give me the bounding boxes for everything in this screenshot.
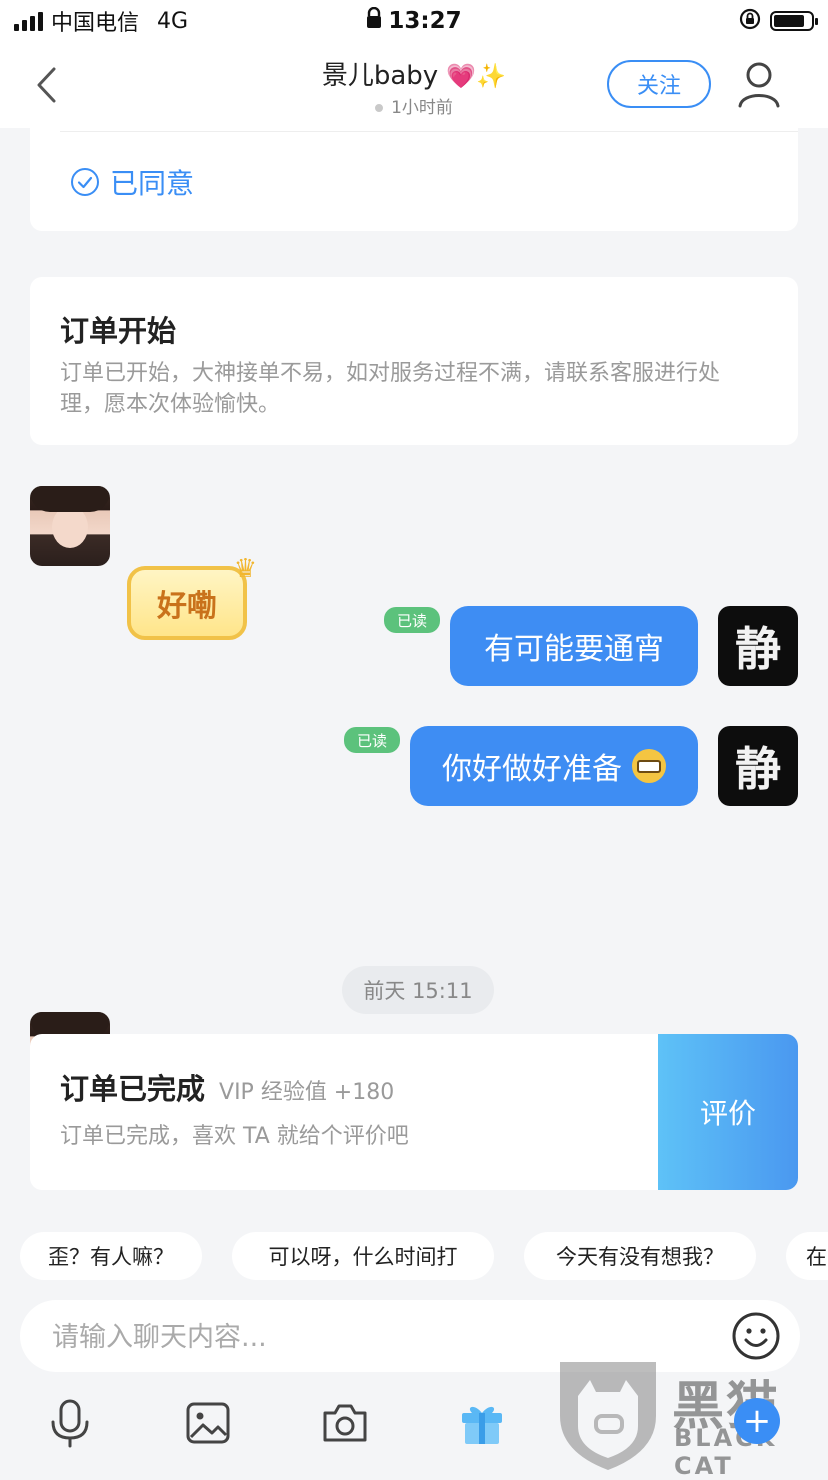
image-icon [186,1402,230,1444]
vip-exp-label: VIP 经验值 +180 [219,1080,395,1105]
order-complete-body: 订单已完成，喜欢 TA 就给个评价吧 [60,1124,409,1149]
profile-button[interactable] [732,58,786,112]
emoji-button[interactable] [731,1311,781,1361]
divider [60,131,798,132]
last-seen-text: 1小时前 [391,98,453,118]
order-complete-header: 订单已完成 VIP 经验值 +180 [60,1066,394,1108]
watermark-shield-icon [560,1362,656,1470]
agreed-label: 已同意 [110,167,195,200]
camera-icon [323,1404,367,1442]
message-bubble[interactable]: 你好做好准备 [410,726,698,806]
clock-label: 13:27 [388,8,462,34]
status-bar-right [738,6,818,36]
crown-icon: ♛ [233,554,257,584]
quick-reply-chip[interactable]: 歪？有人嘛？ [20,1232,202,1280]
rate-button[interactable]: 评价 [658,1034,798,1190]
message-bubble[interactable]: 有可能要通宵 [450,606,698,686]
user-icon [738,62,780,108]
gift-icon [462,1406,502,1444]
voice-button[interactable] [45,1398,95,1448]
status-bar-center: 13:27 [0,6,828,36]
gift-button[interactable] [457,1398,507,1448]
sticker-message: 好嘞 ♛ [127,554,257,648]
read-badge: 已读 [384,607,440,633]
order-start-title: 订单开始 [60,314,177,348]
read-badge: 已读 [344,727,400,753]
camera-button[interactable] [320,1398,370,1448]
quick-reply-chip[interactable]: 今天有没有想我？ [524,1232,756,1280]
message-text: 你好做好准备 [442,752,622,787]
quick-reply-chip[interactable]: 在 [786,1232,828,1280]
contact-name-emojis: 💗✨ [446,62,507,90]
contact-name-text: 景儿baby [321,61,439,91]
rotation-lock-icon [738,7,762,35]
sticker-text: 好嘞 [127,566,247,640]
my-avatar[interactable]: 静 [718,606,798,686]
microphone-icon [51,1399,89,1448]
smiley-icon [732,1312,780,1360]
presence-dot [375,104,384,112]
quick-reply-chip[interactable]: 可以呀，什么时间打 [232,1232,494,1280]
battery-icon [770,11,818,31]
more-button[interactable]: + [734,1398,780,1444]
photo-button[interactable] [183,1398,233,1448]
agreed-status: 已同意 [70,162,194,202]
contact-avatar[interactable] [30,486,110,566]
grimacing-emoji-icon [632,749,666,783]
timestamp-divider: 前天 15:11 [342,966,494,1014]
my-avatar[interactable]: 静 [718,726,798,806]
order-complete-title: 订单已完成 [60,1072,206,1106]
order-start-body: 订单已开始，大神接单不易，如对服务过程不满，请联系客服进行处理，愿本次体验愉快。 [60,361,721,417]
follow-button[interactable]: 关注 [607,60,711,108]
check-circle-icon [71,168,99,196]
plus-icon: + [742,1401,772,1441]
lock-icon [366,6,382,35]
